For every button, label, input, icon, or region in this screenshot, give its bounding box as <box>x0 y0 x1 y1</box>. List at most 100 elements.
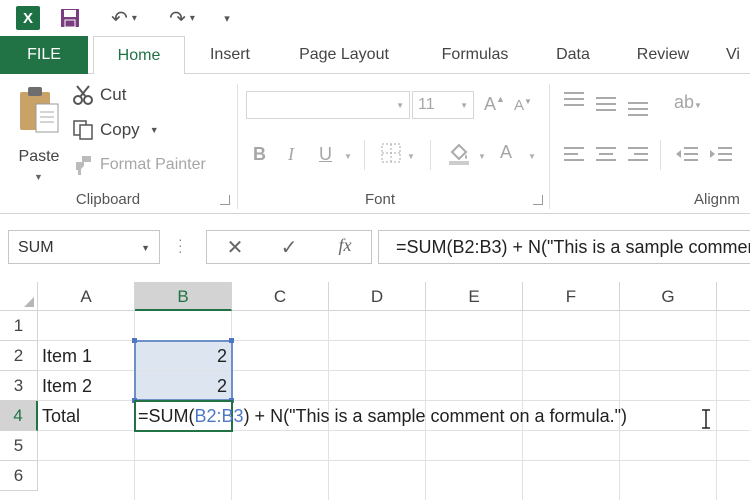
format-painter-label: Format Painter <box>100 156 206 173</box>
customize-qat-icon[interactable]: ▾ <box>220 6 234 30</box>
borders-icon[interactable] <box>380 142 402 169</box>
font-name-combobox[interactable]: ▼ <box>246 91 410 119</box>
grow-font-icon[interactable]: A▲ <box>484 94 505 115</box>
tab-insert[interactable]: Insert <box>196 36 264 74</box>
cell-a2[interactable]: Item 1 <box>38 341 135 371</box>
row-header-5[interactable]: 5 <box>0 431 38 461</box>
save-icon[interactable] <box>60 6 80 30</box>
paintbrush-icon <box>76 156 91 175</box>
scissors-icon <box>73 85 93 105</box>
tab-page-layout[interactable]: Page Layout <box>283 36 405 74</box>
cut-label: Cut <box>100 85 127 104</box>
copy-icon <box>73 120 93 140</box>
ribbon-tabs: FILE Home Insert Page Layout Formulas Da… <box>0 36 750 75</box>
tab-data[interactable]: Data <box>544 36 602 74</box>
copy-label: Copy <box>100 120 140 139</box>
formula-bar-buttons: ✕ ✓ fx <box>206 230 372 264</box>
ribbon-home: Paste ▼ Cut Copy ▼ Format Painter Clipbo… <box>0 74 750 214</box>
italic-button[interactable]: I <box>288 144 294 165</box>
ribbon-separator <box>364 140 365 170</box>
column-header-d[interactable]: D <box>329 282 426 311</box>
undo-icon[interactable]: ↶ ▾ <box>104 6 144 30</box>
quick-access-toolbar: X ↶ ▾ ↷ ▾ ▾ <box>0 0 750 36</box>
select-all-icon <box>24 297 34 307</box>
formula-bar-area: SUM ▼ · · · ✕ ✓ fx =SUM(B2:B3) + N("This i… <box>0 214 750 282</box>
ribbon-separator <box>549 84 550 209</box>
align-middle-icon[interactable] <box>594 92 618 119</box>
tab-view[interactable]: Vi <box>726 36 750 74</box>
row-header-4[interactable]: 4 <box>0 401 38 431</box>
column-header-a[interactable]: A <box>38 282 135 311</box>
paste-icon <box>20 87 59 133</box>
alignment-group-label: Alignm <box>694 191 740 208</box>
edit-prefix: =SUM( <box>138 406 195 426</box>
underline-dropdown-icon[interactable]: ▼ <box>344 152 352 161</box>
fill-color-dropdown-icon[interactable]: ▼ <box>478 152 486 161</box>
paste-dropdown-icon[interactable]: ▼ <box>34 172 43 182</box>
align-center-icon[interactable] <box>594 144 618 171</box>
format-painter-button[interactable]: Format Painter <box>72 152 206 178</box>
name-box-value: SUM <box>18 239 54 256</box>
cell-a3[interactable]: Item 2 <box>38 371 135 401</box>
underline-button[interactable]: U <box>319 144 332 165</box>
shrink-font-icon[interactable]: A▼ <box>514 97 532 114</box>
excel-logo-letter: X <box>22 9 33 27</box>
cancel-icon[interactable]: ✕ <box>221 235 249 261</box>
cell-edit-text[interactable]: =SUM(B2:B3) + N("This is a sample commen… <box>138 401 627 431</box>
column-header-h[interactable] <box>717 282 750 311</box>
range-handle[interactable] <box>229 338 234 343</box>
spreadsheet-grid: A B C D E F G 1 2 3 4 5 6 Item 1 Item 2 … <box>0 282 750 500</box>
align-right-icon[interactable] <box>626 144 650 171</box>
chevron-down-icon: ▼ <box>396 101 404 110</box>
row-header-6[interactable]: 6 <box>0 461 38 491</box>
row-header-2[interactable]: 2 <box>0 341 38 371</box>
edit-range-ref: B2:B3 <box>194 406 244 426</box>
column-header-g[interactable]: G <box>620 282 717 311</box>
column-header-f[interactable]: F <box>523 282 620 311</box>
formula-bar-grip-icon[interactable]: · · · <box>178 232 183 258</box>
tab-home[interactable]: Home <box>93 36 185 75</box>
tab-review[interactable]: Review <box>623 36 703 74</box>
excel-icon[interactable]: X <box>16 6 40 30</box>
increase-indent-icon[interactable] <box>708 144 734 171</box>
formula-input[interactable]: =SUM(B2:B3) + N("This is a sample commen… <box>378 230 750 264</box>
font-size-combobox[interactable]: 11 ▼ <box>412 91 474 119</box>
ribbon-separator <box>430 140 431 170</box>
cell-a4[interactable]: Total <box>38 401 135 431</box>
align-top-icon[interactable] <box>562 90 586 117</box>
align-bottom-icon[interactable] <box>626 94 650 121</box>
redo-icon[interactable]: ↷ ▾ <box>162 6 202 30</box>
copy-button[interactable]: Copy ▼ <box>72 117 159 143</box>
orientation-icon[interactable]: ab▼ <box>674 92 702 113</box>
ribbon-separator <box>237 84 238 209</box>
range-handle[interactable] <box>132 338 137 343</box>
borders-dropdown-icon[interactable]: ▼ <box>407 152 415 161</box>
align-left-icon[interactable] <box>562 144 586 171</box>
decrease-indent-icon[interactable] <box>674 144 700 171</box>
select-all-button[interactable] <box>0 282 38 311</box>
name-box[interactable]: SUM ▼ <box>8 230 160 264</box>
insert-function-button[interactable]: fx <box>331 235 359 261</box>
font-size-value: 11 <box>418 96 435 113</box>
tab-formulas[interactable]: Formulas <box>426 36 524 74</box>
chevron-down-icon: ▼ <box>460 101 468 110</box>
column-header-c[interactable]: C <box>232 282 329 311</box>
chevron-down-icon[interactable]: ▼ <box>141 243 150 253</box>
paste-button[interactable]: Paste ▼ <box>10 84 68 184</box>
column-header-b[interactable]: B <box>135 282 232 311</box>
row-header-1[interactable]: 1 <box>0 311 38 341</box>
paste-label: Paste <box>18 148 60 165</box>
row-header-3[interactable]: 3 <box>0 371 38 401</box>
cut-button[interactable]: Cut <box>72 82 126 108</box>
column-header-e[interactable]: E <box>426 282 523 311</box>
font-launcher-icon[interactable] <box>533 195 543 205</box>
bold-button[interactable]: B <box>253 144 266 165</box>
copy-dropdown-icon[interactable]: ▼ <box>150 125 159 135</box>
tab-file[interactable]: FILE <box>0 36 88 74</box>
font-color-button[interactable]: A <box>500 142 512 163</box>
formula-text: =SUM(B2:B3) + N("This is a sample commen… <box>396 237 750 257</box>
clipboard-launcher-icon[interactable] <box>220 195 230 205</box>
fill-color-icon[interactable] <box>446 140 472 171</box>
font-color-dropdown-icon[interactable]: ▼ <box>528 152 536 161</box>
enter-check-icon[interactable]: ✓ <box>275 235 303 261</box>
